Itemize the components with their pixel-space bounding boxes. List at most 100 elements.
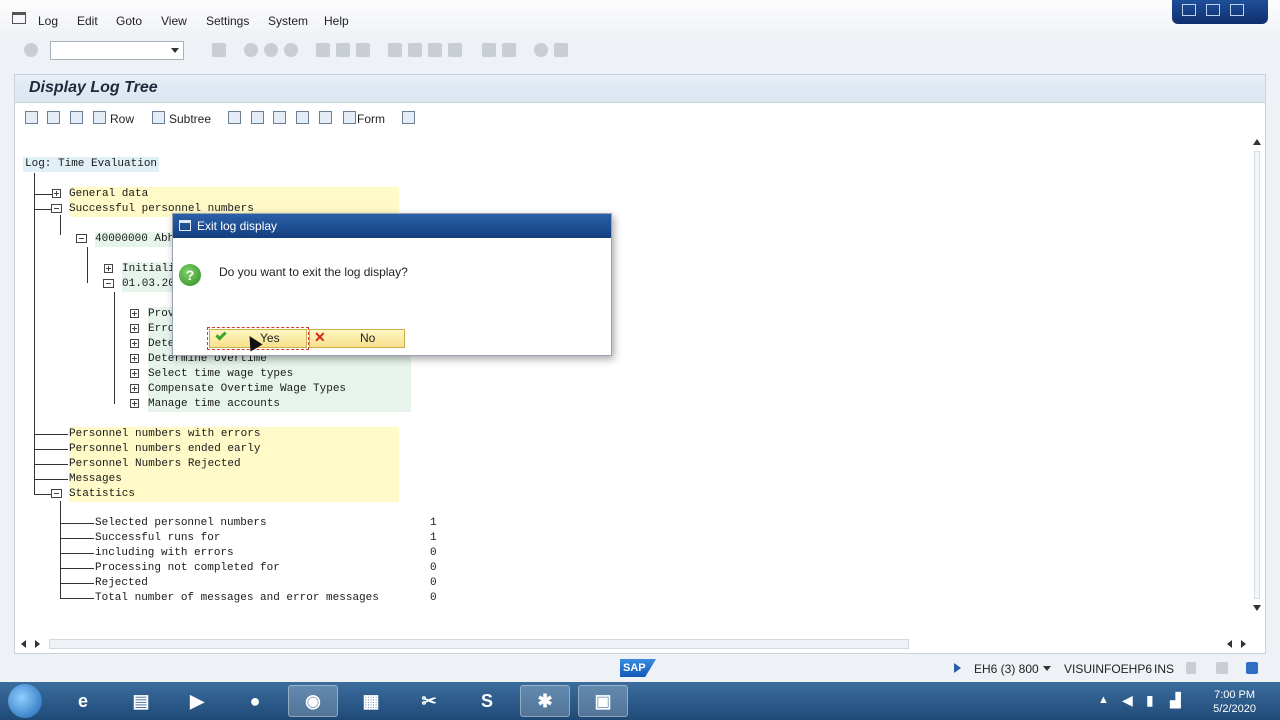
restore-icon[interactable]	[1206, 4, 1220, 16]
status-expand-icon[interactable]	[954, 663, 961, 673]
exit-icon[interactable]	[264, 43, 278, 57]
expand-node-icon[interactable]	[130, 324, 139, 333]
previous-page-icon[interactable]	[408, 43, 422, 57]
sap-logon-icon[interactable]: ✱	[520, 685, 570, 717]
menu-edit[interactable]: Edit	[77, 14, 98, 28]
close-icon[interactable]	[1230, 4, 1244, 16]
search-icon[interactable]	[228, 111, 241, 124]
scroll-left-icon[interactable]	[21, 640, 26, 648]
scroll-right-icon[interactable]	[1241, 640, 1246, 648]
hierarchy-icon[interactable]	[273, 111, 286, 124]
power-icon[interactable]: ▮	[1146, 692, 1154, 709]
menu-view[interactable]: View	[161, 14, 187, 28]
row-button[interactable]: Row	[110, 112, 134, 126]
ie-icon[interactable]: e	[58, 685, 108, 717]
list-icon[interactable]	[251, 111, 264, 124]
expand-node-icon[interactable]	[130, 339, 139, 348]
tree-node-ended-early[interactable]: Personnel numbers ended early	[69, 442, 399, 457]
menu-settings[interactable]: Settings	[206, 14, 249, 28]
row-icon[interactable]	[93, 111, 106, 124]
command-field[interactable]	[50, 41, 184, 60]
expand-icon[interactable]	[25, 111, 38, 124]
last-page-icon[interactable]	[448, 43, 462, 57]
tree-node-general[interactable]: General data	[69, 187, 399, 202]
lock-icon[interactable]	[1186, 662, 1196, 674]
chevron-down-icon[interactable]	[1043, 666, 1051, 671]
tree-node-step[interactable]: Select time wage types	[148, 367, 411, 382]
expand-node-icon[interactable]	[130, 369, 139, 378]
tree-node-step[interactable]: Compensate Overtime Wage Types	[148, 382, 411, 397]
find-icon[interactable]	[336, 43, 350, 57]
tree-node-errors[interactable]: Personnel numbers with errors	[69, 427, 399, 442]
scroll-left-icon[interactable]	[1227, 640, 1232, 648]
firefox-icon[interactable]: ●	[230, 685, 280, 717]
folder-icon[interactable]	[76, 234, 87, 243]
volume-icon[interactable]: ◀	[1122, 692, 1133, 709]
find-next-icon[interactable]	[356, 43, 370, 57]
new-session-icon[interactable]	[482, 43, 496, 57]
next-page-icon[interactable]	[428, 43, 442, 57]
enter-icon[interactable]	[24, 43, 38, 57]
clock[interactable]: 7:00 PM 5/2/2020	[1213, 688, 1256, 716]
subtree-icon[interactable]	[152, 111, 165, 124]
layout-icon[interactable]	[1216, 662, 1228, 674]
tray-expand-icon[interactable]: ▲	[1098, 694, 1109, 706]
cancel-icon[interactable]	[284, 43, 298, 57]
folder-icon[interactable]	[103, 279, 114, 288]
no-button[interactable]: ✕ No	[309, 329, 405, 348]
form-button[interactable]: Form	[357, 112, 385, 126]
menu-app-icon[interactable]	[12, 12, 26, 24]
expand-node-icon[interactable]	[130, 384, 139, 393]
copy-icon[interactable]	[319, 111, 332, 124]
skype-icon[interactable]: S	[462, 685, 512, 717]
collapse-icon[interactable]	[47, 111, 60, 124]
calculator-icon[interactable]: ▦	[346, 685, 396, 717]
vertical-scrollbar[interactable]	[1251, 137, 1263, 615]
folder-icon[interactable]	[51, 489, 62, 498]
help-icon[interactable]	[534, 43, 548, 57]
folder-icon[interactable]	[51, 204, 62, 213]
explorer-icon[interactable]: ▤	[116, 685, 166, 717]
scroll-thumb[interactable]	[49, 639, 909, 649]
tree-root[interactable]: Log: Time Evaluation	[23, 157, 160, 172]
subtree-button[interactable]: Subtree	[169, 112, 211, 126]
media-player-icon[interactable]: ▶	[172, 685, 222, 717]
network-icon[interactable]: ▟	[1170, 692, 1181, 709]
scroll-up-icon[interactable]	[1253, 139, 1261, 145]
expand-node-icon[interactable]	[104, 264, 113, 273]
back-icon[interactable]	[244, 43, 258, 57]
scroll-track[interactable]	[1254, 151, 1260, 599]
expand-node-icon[interactable]	[52, 189, 61, 198]
shortcut-icon[interactable]	[502, 43, 516, 57]
select-icon[interactable]	[70, 111, 83, 124]
minimize-icon[interactable]	[1182, 4, 1196, 16]
tree-node-rejected[interactable]: Personnel Numbers Rejected	[69, 457, 399, 472]
tree-node-messages[interactable]: Messages	[69, 472, 399, 487]
save-icon[interactable]	[212, 43, 226, 57]
menu-help[interactable]: Help	[324, 14, 349, 28]
layout-icon[interactable]	[554, 43, 568, 57]
menu-log[interactable]: Log	[38, 14, 58, 28]
print-icon[interactable]	[316, 43, 330, 57]
first-page-icon[interactable]	[388, 43, 402, 57]
tree-node-statistics[interactable]: Statistics	[69, 487, 399, 502]
horizontal-scrollbar[interactable]	[19, 637, 1249, 651]
expand-node-icon[interactable]	[130, 354, 139, 363]
scroll-right-icon[interactable]	[35, 640, 40, 648]
sap-gui-icon[interactable]: ▣	[578, 685, 628, 717]
menu-system[interactable]: System	[268, 14, 308, 28]
info-icon[interactable]	[402, 111, 415, 124]
expand-node-icon[interactable]	[130, 309, 139, 318]
sort-icon[interactable]	[296, 111, 309, 124]
resize-icon[interactable]	[1246, 662, 1258, 674]
system-info[interactable]: EH6 (3) 800	[974, 662, 1039, 676]
snipping-tool-icon[interactable]: ✂	[404, 685, 454, 717]
scroll-down-icon[interactable]	[1253, 605, 1261, 611]
chrome-icon[interactable]: ◉	[288, 685, 338, 717]
form-icon[interactable]	[343, 111, 356, 124]
expand-node-icon[interactable]	[130, 399, 139, 408]
tree-node-step[interactable]: Manage time accounts	[148, 397, 411, 412]
menu-goto[interactable]: Goto	[116, 14, 142, 28]
chevron-down-icon[interactable]	[171, 48, 179, 53]
start-button[interactable]	[8, 684, 42, 718]
